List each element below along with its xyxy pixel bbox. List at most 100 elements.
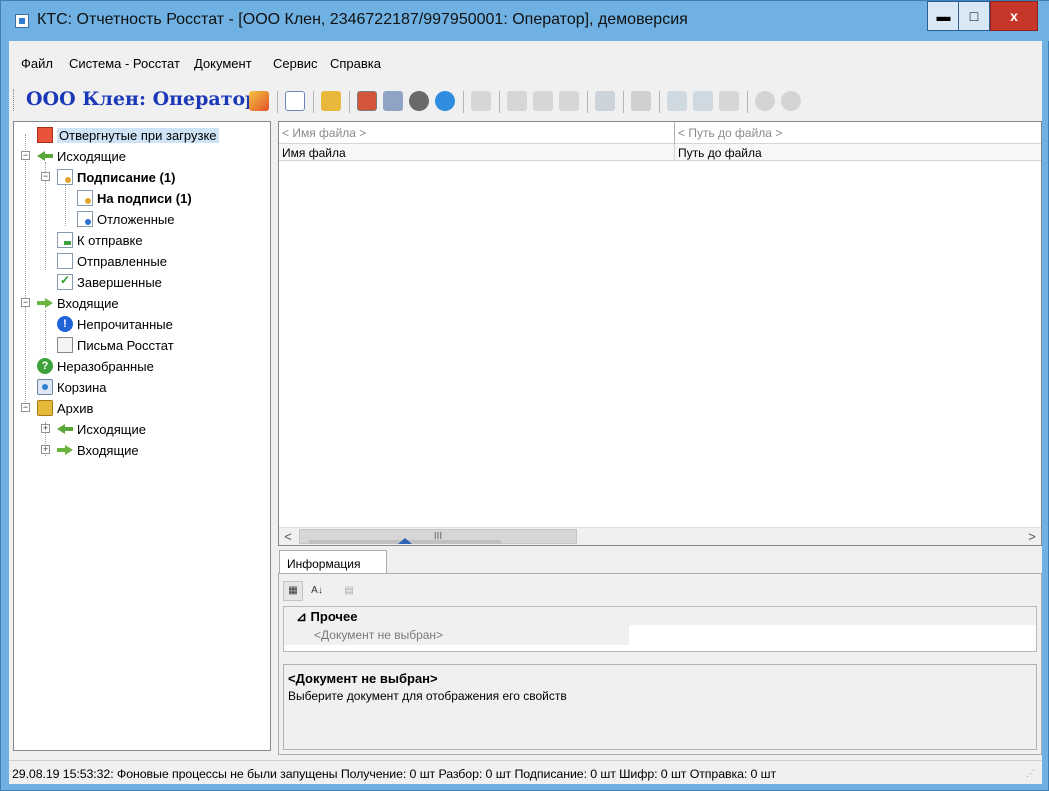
incoming-arrow-icon <box>37 295 53 311</box>
scroll-left-button[interactable]: < <box>279 528 297 546</box>
toolbar-separator <box>747 91 748 113</box>
app-icon <box>15 14 29 28</box>
outgoing-arrow-icon <box>37 148 53 164</box>
toolbar-separator <box>499 91 500 113</box>
tree-item-label: Подписание (1) <box>77 169 176 185</box>
toolbar-separator <box>587 91 588 113</box>
new-document-icon[interactable] <box>285 91 305 111</box>
categorized-view-icon[interactable]: ▦ <box>283 581 303 601</box>
tree-item-unsorted[interactable]: ? Неразобранные <box>37 356 154 376</box>
expand-toggle[interactable]: + <box>41 445 50 454</box>
outgoing-arrow-icon <box>57 421 73 437</box>
information-panel: ▦ A↓ ▤ ⊿ Прочее <Документ не выбран> <До… <box>278 573 1042 755</box>
expand-toggle[interactable]: + <box>41 424 50 433</box>
toolbar-separator <box>277 91 278 113</box>
table-icon[interactable] <box>357 91 377 111</box>
status-text: 29.08.19 15:53:32: Фоновые процессы не б… <box>12 767 777 781</box>
tree-item-archive-outgoing[interactable]: Исходящие <box>57 419 146 439</box>
tree-line <box>45 310 46 354</box>
tree-item-signing[interactable]: Подписание (1) <box>57 167 175 187</box>
tree-item-deferred[interactable]: Отложенные <box>77 209 174 229</box>
encrypt-icon <box>667 91 687 111</box>
tree-item-label: Корзина <box>57 379 107 395</box>
property-pages-icon: ▤ <box>339 581 359 601</box>
masks-icon[interactable] <box>383 91 403 111</box>
tree-item-sent[interactable]: Отправленные <box>57 251 167 271</box>
collapse-toggle[interactable]: − <box>21 403 30 412</box>
title-bar[interactable]: КТС: Отчетность Росстат - [ООО Клен, 234… <box>1 1 1049 41</box>
settings-icon <box>755 91 775 111</box>
tree-item-pending-signature[interactable]: На подписи (1) <box>77 188 192 208</box>
status-bar: 29.08.19 15:53:32: Фоновые процессы не б… <box>9 760 1042 784</box>
tree-item-label: Отложенные <box>97 211 175 227</box>
trash-icon <box>37 379 53 395</box>
organization-label: ООО Клен: Оператор <box>26 88 259 110</box>
preview-icon <box>533 91 553 111</box>
toolbar-separator <box>463 91 464 113</box>
sort-alphabetical-icon[interactable]: A↓ <box>307 581 327 601</box>
tree-item-label: Входящие <box>77 442 139 458</box>
tree-item-rejected[interactable]: Отвергнутые при загрузке <box>37 125 219 145</box>
wizard-icon[interactable] <box>249 91 269 111</box>
tree-item-label: К отправке <box>77 232 143 248</box>
collapse-category-icon[interactable]: ⊿ <box>296 609 307 624</box>
menu-document[interactable]: Документ <box>194 56 252 71</box>
document-deferred-icon <box>77 211 93 227</box>
decrypt-icon <box>693 91 713 111</box>
tree-item-label: Отвергнутые при загрузке <box>57 127 219 143</box>
document-to-send-icon <box>57 232 73 248</box>
description-text: Выберите документ для отображения его св… <box>288 689 567 703</box>
back-arrow-icon <box>631 91 651 111</box>
menu-system[interactable]: Система - Росстат <box>69 56 180 71</box>
incoming-arrow-icon <box>57 442 73 458</box>
refresh-icon[interactable] <box>435 91 455 111</box>
tree-item-label: Непрочитанные <box>77 316 173 332</box>
panel-splitter[interactable] <box>309 538 501 546</box>
collapse-toggle[interactable]: − <box>41 172 50 181</box>
settings-advanced-icon <box>781 91 801 111</box>
menu-service[interactable]: Сервис <box>273 56 318 71</box>
minimize-button[interactable]: ▬ <box>927 1 959 31</box>
collapse-toggle[interactable]: − <box>21 151 30 160</box>
filename-filter-input[interactable]: < Имя файла > <box>279 122 675 144</box>
column-header-filename[interactable]: Имя файла <box>279 144 675 161</box>
window-title: КТС: Отчетность Росстат - [ООО Клен, 234… <box>37 11 688 28</box>
tree-item-label: Входящие <box>57 295 119 311</box>
property-category[interactable]: ⊿ Прочее <box>284 607 1036 625</box>
tree-item-completed[interactable]: Завершенные <box>57 272 162 292</box>
tree-item-incoming[interactable]: Входящие <box>37 293 119 313</box>
tree-item-label: Исходящие <box>57 148 126 164</box>
tree-item-rosstat-letters[interactable]: Письма Росстат <box>57 335 174 355</box>
folder-icon[interactable] <box>321 91 341 111</box>
tree-item-trash[interactable]: Корзина <box>37 377 107 397</box>
tree-item-archive-incoming[interactable]: Входящие <box>57 440 139 460</box>
tree-item-outgoing[interactable]: Исходящие <box>37 146 126 166</box>
maximize-button[interactable]: □ <box>958 1 990 31</box>
menu-file[interactable]: Файл <box>21 56 53 71</box>
collapse-toggle[interactable]: − <box>21 298 30 307</box>
resize-grip-icon[interactable]: ⋰ <box>1026 768 1038 780</box>
column-header-filepath[interactable]: Путь до файла <box>675 144 1041 161</box>
description-title: <Документ не выбран> <box>288 671 438 686</box>
scroll-right-button[interactable]: > <box>1023 528 1041 546</box>
tree-item-unread[interactable]: ! Непрочитанные <box>57 314 173 334</box>
filepath-filter-input[interactable]: < Путь до файла > <box>675 122 1041 144</box>
tree-item-to-send[interactable]: К отправке <box>57 230 143 250</box>
column-header-row: Имя файла Путь до файла <box>279 144 1041 161</box>
unsorted-icon: ? <box>37 358 53 374</box>
toolbar-separator <box>623 91 624 113</box>
tree-item-label: Завершенные <box>77 274 162 290</box>
list-icon <box>559 91 579 111</box>
tree-item-archive[interactable]: Архив <box>37 398 93 418</box>
tab-information[interactable]: Информация <box>279 550 387 574</box>
edit-icon <box>471 91 491 111</box>
close-button[interactable]: x <box>990 1 1038 31</box>
toolbar-separator <box>349 91 350 113</box>
toolbar-grip[interactable] <box>13 89 16 111</box>
tree-line <box>65 182 66 226</box>
menu-help[interactable]: Справка <box>330 56 381 71</box>
property-description: <Документ не выбран> Выберите документ д… <box>283 664 1037 750</box>
property-row[interactable]: <Документ не выбран> <box>284 625 1036 645</box>
binoculars-icon[interactable] <box>409 91 429 111</box>
toolbar-separator <box>659 91 660 113</box>
